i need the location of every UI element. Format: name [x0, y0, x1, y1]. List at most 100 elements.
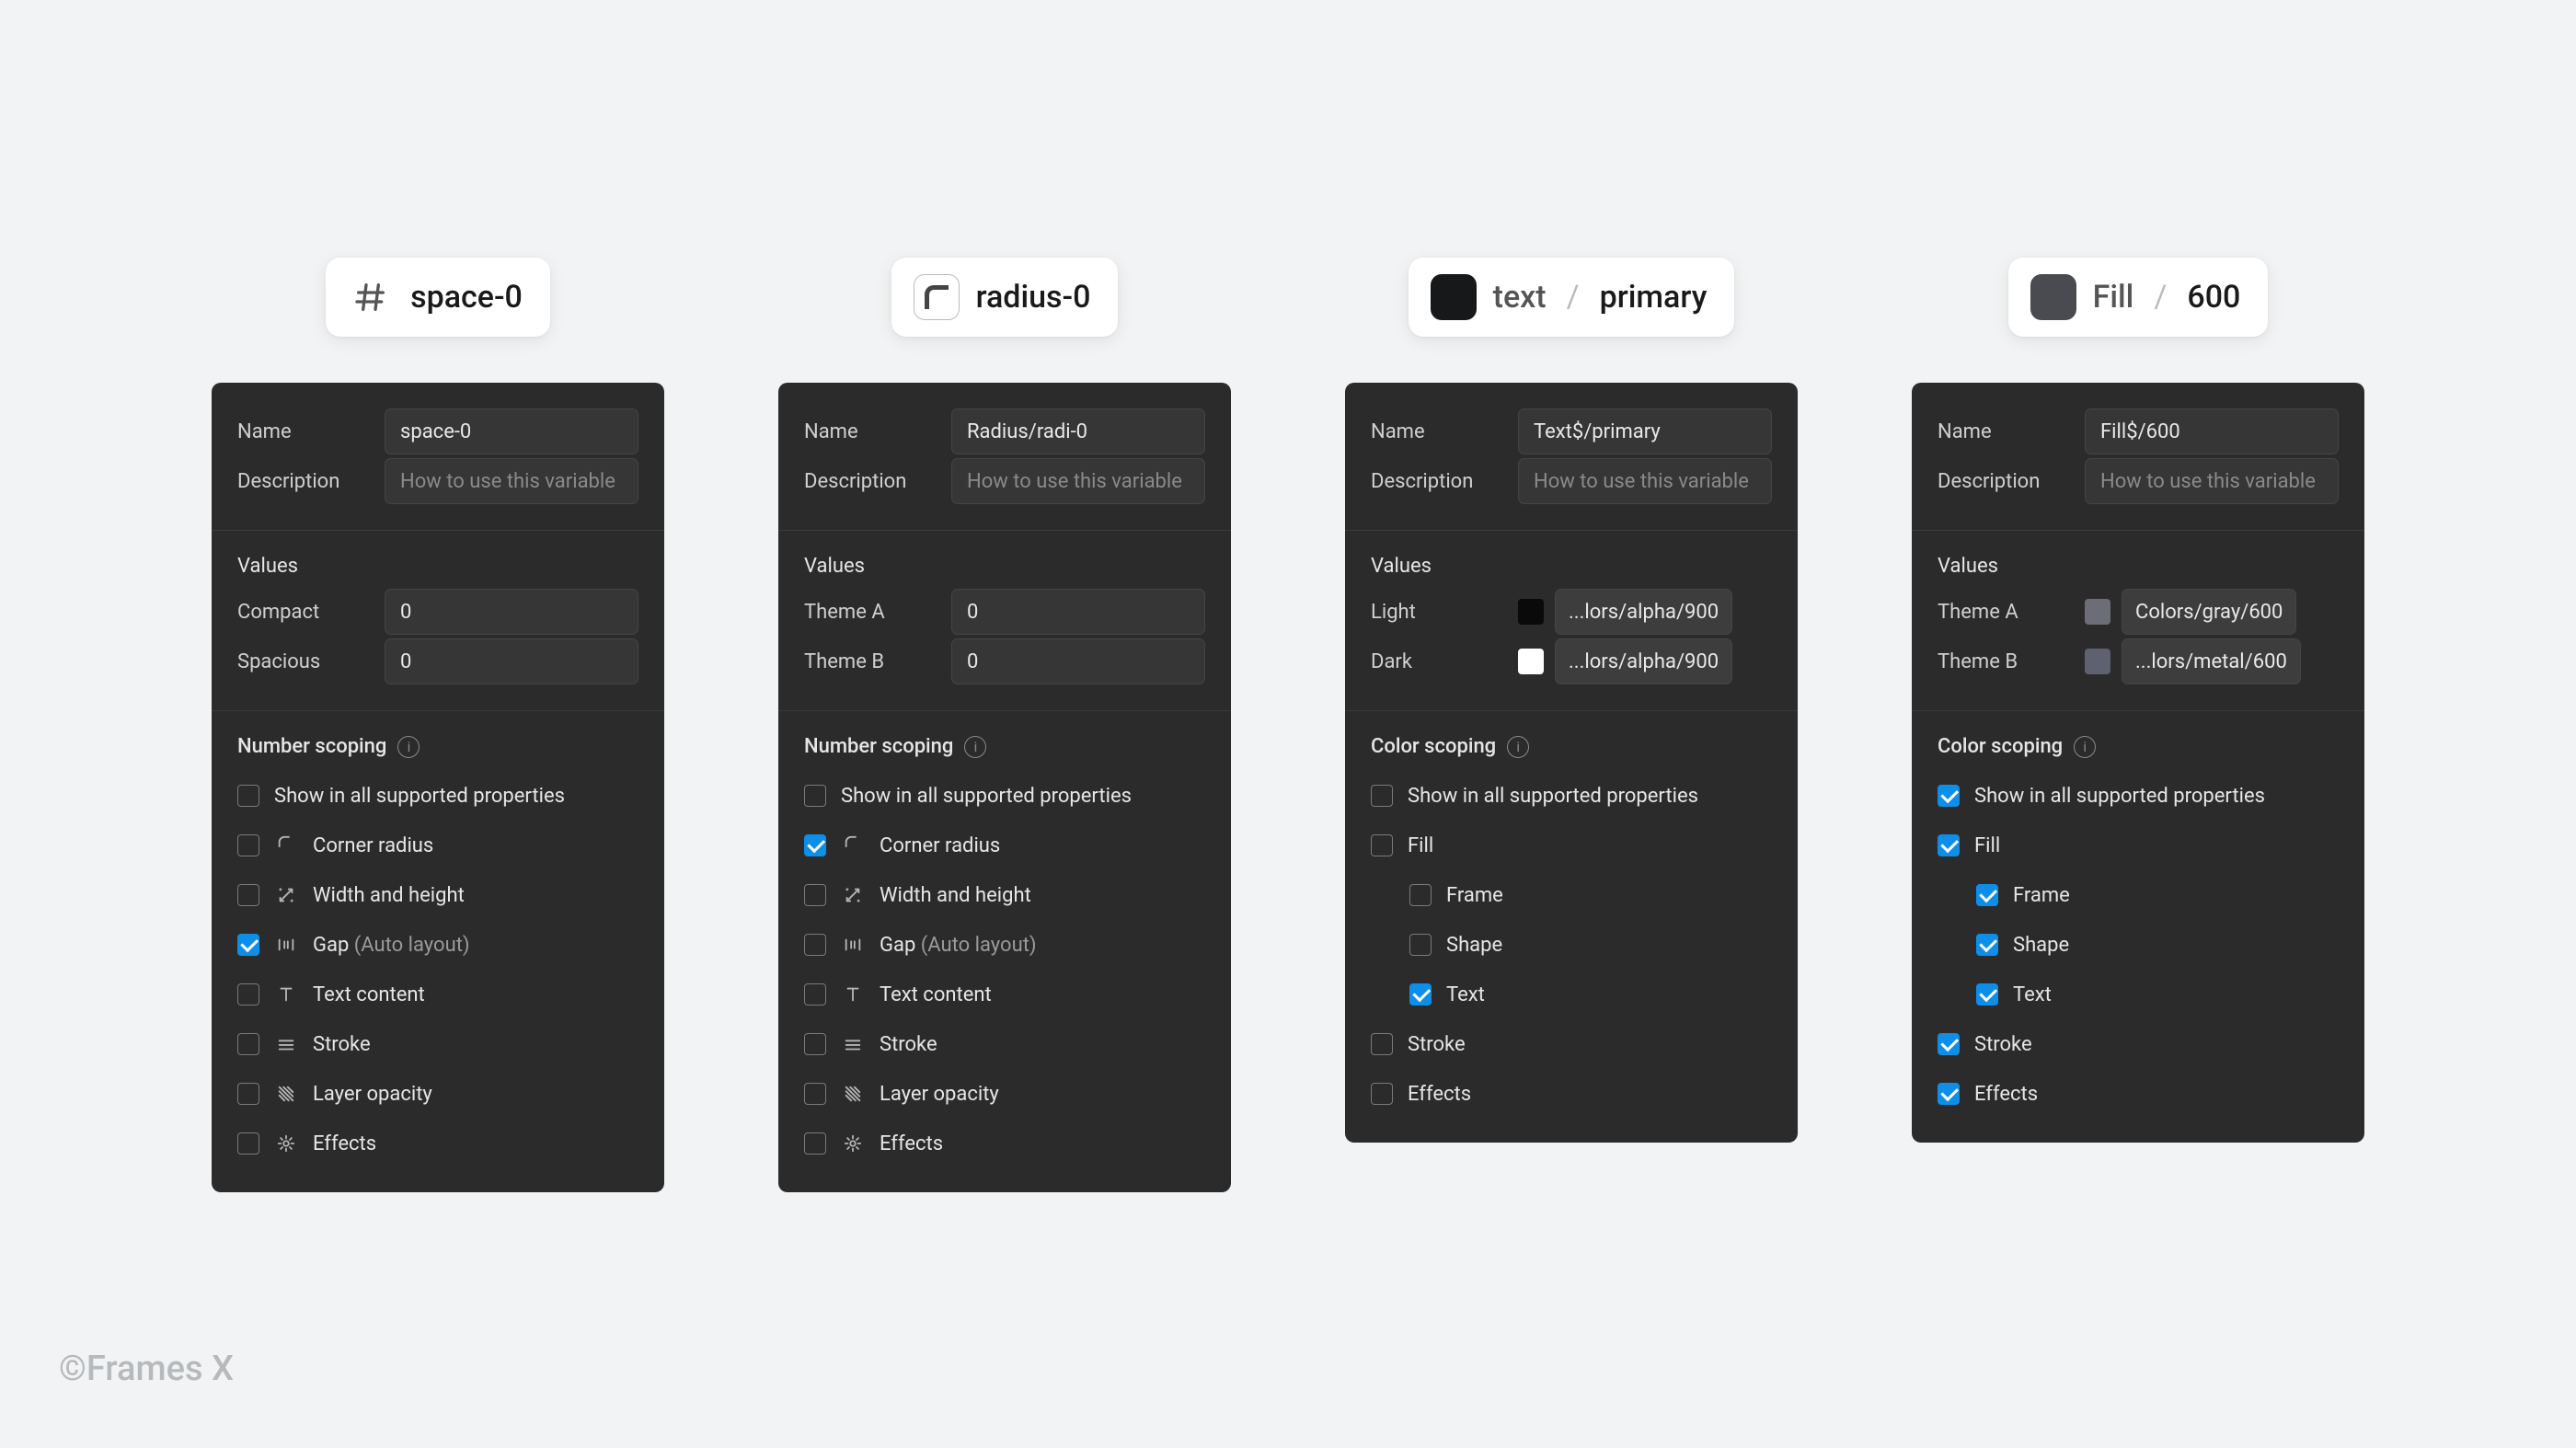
- effects-icon: [274, 1132, 298, 1155]
- name-field[interactable]: Text$/primary: [1518, 408, 1772, 454]
- info-icon[interactable]: i: [2074, 736, 2096, 758]
- checkbox[interactable]: [1371, 1033, 1393, 1055]
- value-alias-field[interactable]: ...lors/alpha/900: [1555, 638, 1732, 684]
- scope-option-stroke[interactable]: Stroke: [804, 1019, 1205, 1069]
- checkbox[interactable]: [1371, 834, 1393, 856]
- scope-option-text-content[interactable]: Text content: [804, 970, 1205, 1019]
- checkbox[interactable]: [237, 1033, 259, 1055]
- scope-option-effects[interactable]: Effects: [1371, 1069, 1772, 1119]
- checkbox[interactable]: [804, 884, 826, 906]
- section-values: Values Compact 0 Spacious 0: [212, 531, 664, 711]
- scope-option-shape[interactable]: Shape: [1938, 920, 2339, 970]
- info-icon[interactable]: i: [397, 736, 420, 758]
- scope-label: Gap (Auto layout): [313, 934, 470, 957]
- description-field[interactable]: How to use this variable: [385, 458, 638, 504]
- scope-option-show-all[interactable]: Show in all supported properties: [1371, 771, 1772, 821]
- checkbox[interactable]: [1938, 1033, 1960, 1055]
- scope-option-stroke[interactable]: Stroke: [1938, 1019, 2339, 1069]
- info-icon[interactable]: i: [1507, 736, 1529, 758]
- value-mode-label: Dark: [1371, 650, 1501, 673]
- scope-option-effects[interactable]: Effects: [804, 1119, 1205, 1168]
- scope-option-corner-radius[interactable]: Corner radius: [237, 821, 638, 870]
- value-row: Theme B 0: [804, 637, 1205, 686]
- scope-option-fill[interactable]: Fill: [1371, 821, 1772, 870]
- checkbox[interactable]: [804, 785, 826, 807]
- scope-option-frame[interactable]: Frame: [1371, 870, 1772, 920]
- scope-option-width-height[interactable]: Width and height: [237, 870, 638, 920]
- scope-option-stroke[interactable]: Stroke: [237, 1019, 638, 1069]
- value-swatch[interactable]: [2085, 599, 2110, 625]
- scope-option-show-all[interactable]: Show in all supported properties: [237, 771, 638, 821]
- checkbox[interactable]: [1371, 1083, 1393, 1105]
- width-height-icon: [841, 883, 865, 907]
- checkbox[interactable]: [1409, 884, 1432, 906]
- checkbox[interactable]: [804, 983, 826, 1006]
- scope-option-gap[interactable]: Gap (Auto layout): [804, 920, 1205, 970]
- value-swatch[interactable]: [1518, 599, 1544, 625]
- checkbox[interactable]: [237, 983, 259, 1006]
- checkbox[interactable]: [804, 834, 826, 856]
- description-field[interactable]: How to use this variable: [2085, 458, 2339, 504]
- value-field[interactable]: 0: [385, 638, 638, 684]
- checkbox[interactable]: [237, 834, 259, 856]
- name-field[interactable]: Radius/radi-0: [951, 408, 1205, 454]
- scope-option-shape[interactable]: Shape: [1371, 920, 1772, 970]
- scope-option-frame[interactable]: Frame: [1938, 870, 2339, 920]
- checkbox[interactable]: [237, 785, 259, 807]
- scope-label: Corner radius: [313, 834, 433, 857]
- info-icon[interactable]: i: [964, 736, 986, 758]
- scope-option-show-all[interactable]: Show in all supported properties: [804, 771, 1205, 821]
- checkbox[interactable]: [237, 1083, 259, 1105]
- checkbox[interactable]: [1409, 934, 1432, 956]
- scope-option-text[interactable]: Text: [1938, 970, 2339, 1019]
- checkbox[interactable]: [1976, 884, 1998, 906]
- scope-option-stroke[interactable]: Stroke: [1371, 1019, 1772, 1069]
- description-field[interactable]: How to use this variable: [951, 458, 1205, 504]
- checkbox[interactable]: [804, 934, 826, 956]
- scope-label: Stroke: [313, 1033, 371, 1056]
- scope-option-effects[interactable]: Effects: [237, 1119, 638, 1168]
- name-field[interactable]: Fill$/600: [2085, 408, 2339, 454]
- checkbox[interactable]: [1409, 983, 1432, 1006]
- checkbox[interactable]: [1976, 934, 1998, 956]
- name-label: Name: [804, 420, 935, 443]
- variable-chip: radius-0: [891, 258, 1119, 337]
- scope-option-corner-radius[interactable]: Corner radius: [804, 821, 1205, 870]
- value-field[interactable]: 0: [385, 589, 638, 635]
- scope-option-fill[interactable]: Fill: [1938, 821, 2339, 870]
- checkbox[interactable]: [237, 884, 259, 906]
- scope-option-width-height[interactable]: Width and height: [804, 870, 1205, 920]
- scope-label: Effects: [1974, 1083, 2038, 1106]
- value-swatch[interactable]: [1518, 649, 1544, 674]
- description-field[interactable]: How to use this variable: [1518, 458, 1772, 504]
- scope-option-layer-opacity[interactable]: Layer opacity: [804, 1069, 1205, 1119]
- gap-icon: [274, 933, 298, 957]
- name-field[interactable]: space-0: [385, 408, 638, 454]
- checkbox[interactable]: [1976, 983, 1998, 1006]
- value-swatch[interactable]: [2085, 649, 2110, 674]
- value-alias-field[interactable]: ...lors/alpha/900: [1555, 589, 1732, 635]
- value-field[interactable]: 0: [951, 638, 1205, 684]
- value-alias-field[interactable]: ...lors/metal/600: [2122, 638, 2301, 684]
- checkbox[interactable]: [1938, 834, 1960, 856]
- panel-column: space-0 Name space-0 Description How to …: [212, 258, 664, 1192]
- checkbox[interactable]: [804, 1132, 826, 1155]
- value-alias-field[interactable]: Colors/gray/600: [2122, 589, 2296, 635]
- checkbox[interactable]: [1371, 785, 1393, 807]
- scope-option-layer-opacity[interactable]: Layer opacity: [237, 1069, 638, 1119]
- value-row: Theme A 0: [804, 587, 1205, 637]
- scope-option-effects[interactable]: Effects: [1938, 1069, 2339, 1119]
- value-field[interactable]: 0: [951, 589, 1205, 635]
- checkbox[interactable]: [804, 1033, 826, 1055]
- checkbox[interactable]: [1938, 1083, 1960, 1105]
- checkbox[interactable]: [1938, 785, 1960, 807]
- scope-option-text[interactable]: Text: [1371, 970, 1772, 1019]
- scope-option-gap[interactable]: Gap (Auto layout): [237, 920, 638, 970]
- checkbox[interactable]: [237, 1132, 259, 1155]
- checkbox[interactable]: [804, 1083, 826, 1105]
- scope-label: Shape: [2013, 934, 2069, 957]
- scope-option-text-content[interactable]: Text content: [237, 970, 638, 1019]
- checkbox[interactable]: [237, 934, 259, 956]
- scope-option-show-all[interactable]: Show in all supported properties: [1938, 771, 2339, 821]
- scope-label: Fill: [1974, 834, 2000, 857]
